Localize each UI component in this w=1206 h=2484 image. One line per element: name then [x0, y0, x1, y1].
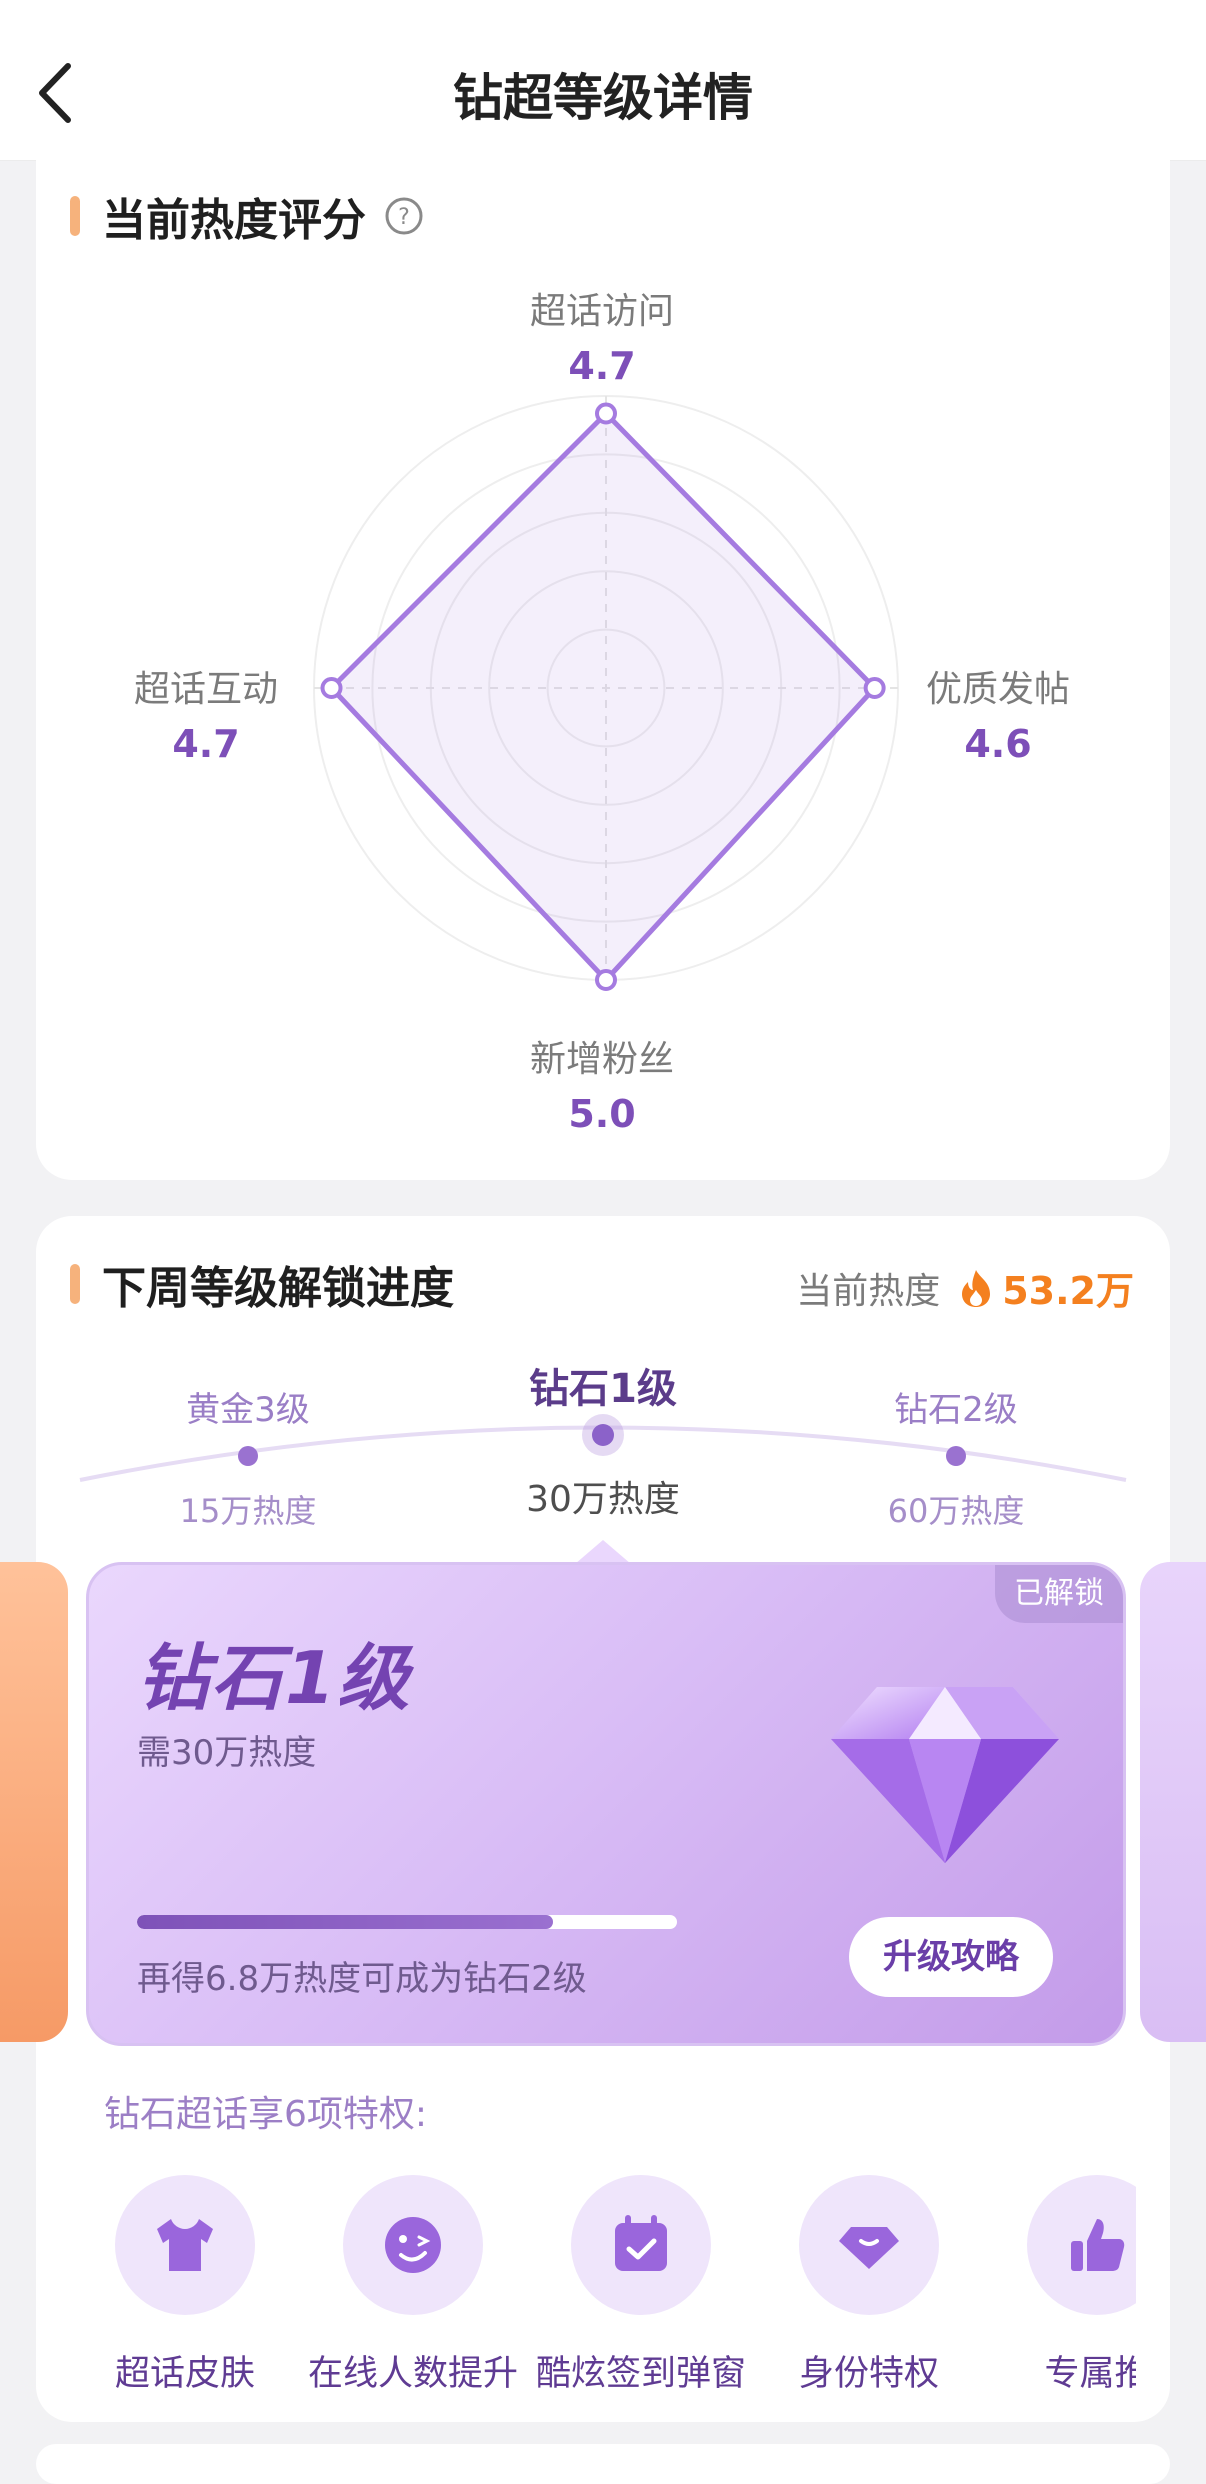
- radar-value: 4.7: [568, 344, 636, 388]
- radar-value: 5.0: [568, 1092, 636, 1136]
- level-heat-diamond1: 30万热度: [526, 1479, 680, 1520]
- radar-name: 新增粉丝: [529, 1039, 674, 1080]
- level-heat-diamond2: 60万热度: [887, 1492, 1025, 1530]
- level-progress-tip: 再得6.8万热度可成为钻石2级: [137, 1959, 587, 1999]
- level-dot: [946, 1446, 966, 1466]
- privilege-item-checkin[interactable]: 酷炫签到弹窗: [526, 2175, 756, 2395]
- heat-score-card: 当前热度评分 ? 超话访问 4.7 优质发帖 4.6 新增粉丝 5.0 超话互动…: [36, 160, 1170, 1180]
- level-name-diamond1: 钻石1级: [529, 1366, 677, 1412]
- radar-name: 优质发帖: [925, 669, 1070, 710]
- next-card-edge: [36, 2444, 1170, 2484]
- radar-label-posts: 优质发帖 4.6: [878, 660, 1118, 766]
- section-accent-bar: [70, 1264, 80, 1304]
- page-title: 钻超等级详情: [453, 69, 753, 127]
- privilege-icon-circle: [115, 2175, 255, 2315]
- radar-label-interaction: 超话互动 4.7: [86, 660, 326, 766]
- privilege-label: 专属推: [1044, 2354, 1136, 2394]
- privileges-title: 钻石超话享6项特权:: [104, 2094, 428, 2135]
- question-circle-icon[interactable]: ?: [384, 196, 424, 236]
- current-heat-label: 当前热度: [796, 1270, 941, 1312]
- radar-value: 4.7: [172, 722, 240, 766]
- unlock-header: 下周等级解锁进度: [70, 1254, 454, 1314]
- current-heat-value: 53.2万: [1002, 1269, 1134, 1313]
- heat-score-title: 当前热度评分: [102, 195, 366, 246]
- heat-score-header: 当前热度评分 ?: [70, 186, 424, 246]
- radar-area: [329, 411, 878, 983]
- upgrade-guide-button[interactable]: 升级攻略: [849, 1917, 1053, 1997]
- level-heat-gold3: 15万热度: [179, 1492, 317, 1530]
- privilege-item-skin[interactable]: 超话皮肤: [70, 2175, 300, 2395]
- radar-name: 超话访问: [529, 291, 674, 332]
- level-dot-current: [592, 1424, 614, 1446]
- privilege-label: 酷炫签到弹窗: [535, 2354, 746, 2394]
- card-pointer: [575, 1540, 631, 1564]
- radar-value: 4.6: [964, 722, 1032, 766]
- unlock-title: 下周等级解锁进度: [102, 1263, 454, 1314]
- privilege-icon-circle: [1027, 2175, 1136, 2315]
- privilege-item-recommend[interactable]: 专属推: [982, 2175, 1136, 2395]
- level-name-gold3: 黄金3级: [186, 1390, 310, 1430]
- top-nav-bar: 钻超等级详情: [0, 0, 1206, 161]
- level-card-prev[interactable]: [0, 1562, 68, 2042]
- privilege-icon-circle: [571, 2175, 711, 2315]
- level-card-requirement: 需30万热度: [137, 1733, 317, 1773]
- level-card-title: 钻石1级: [137, 1636, 412, 1720]
- svg-text:?: ?: [398, 205, 410, 230]
- current-heat: 当前热度 53.2万: [796, 1260, 1134, 1315]
- tshirt-icon: [157, 2219, 213, 2271]
- diamond-badge-icon: [839, 2227, 899, 2269]
- level-progress-fill: [137, 1915, 553, 1929]
- level-progress-bar: [137, 1915, 677, 1929]
- level-dot: [238, 1446, 258, 1466]
- flame-icon: [962, 1269, 991, 1307]
- radar-chart: [313, 395, 899, 991]
- privilege-icon-circle: [343, 2175, 483, 2315]
- radar-label-visits: 超话访问 4.7: [482, 282, 722, 388]
- calendar-check-icon: [615, 2215, 667, 2271]
- privilege-icon-circle: [799, 2175, 939, 2315]
- level-card-next[interactable]: [1140, 1562, 1206, 2042]
- privileges-list: 超话皮肤 在线人数提升 酷炫签到弹窗 身份特权 专属推: [36, 2175, 1136, 2395]
- section-accent-bar: [70, 196, 80, 236]
- privilege-label: 超话皮肤: [114, 2354, 255, 2394]
- radar-point: [595, 402, 617, 425]
- privilege-label: 身份特权: [798, 2354, 939, 2394]
- radar-label-fans: 新增粉丝 5.0: [482, 1030, 722, 1136]
- diamond-icon: [831, 1687, 1059, 1863]
- radar-point: [595, 969, 617, 991]
- privilege-label: 在线人数提升: [307, 2354, 518, 2394]
- privilege-item-identity[interactable]: 身份特权: [754, 2175, 984, 2395]
- level-card-current[interactable]: 已解锁 钻石1级 需30万热度 再得6.8万热度可成为钻石2级 升级攻略: [86, 1562, 1126, 2046]
- thumbs-up-icon: [1071, 2219, 1125, 2271]
- wink-face-icon: [385, 2217, 441, 2273]
- radar-name: 超话互动: [133, 669, 278, 710]
- level-name-diamond2: 钻石2级: [894, 1390, 1018, 1430]
- unlocked-badge: 已解锁: [995, 1565, 1123, 1623]
- privilege-item-online[interactable]: 在线人数提升: [298, 2175, 528, 2395]
